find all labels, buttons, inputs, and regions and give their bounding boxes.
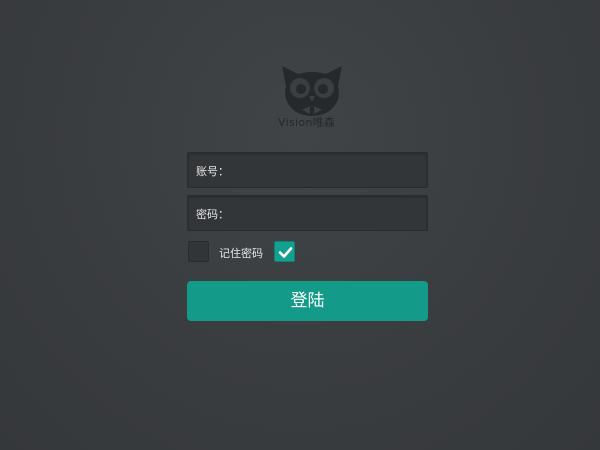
remember-password-label: 记住密码 — [219, 247, 263, 260]
logo-text: Vision唯森 — [278, 116, 336, 129]
account-field[interactable]: 账号： — [187, 152, 428, 188]
remember-password-checkbox[interactable] — [188, 241, 209, 262]
account-label: 账号： — [196, 165, 229, 178]
account-input[interactable] — [236, 157, 420, 185]
confirm-checkbox[interactable] — [274, 241, 295, 262]
login-button[interactable]: 登陆 — [187, 281, 428, 321]
password-field[interactable]: 密码： — [187, 195, 428, 231]
password-input[interactable] — [236, 200, 420, 228]
password-label: 密码： — [196, 208, 229, 221]
checkmark-icon — [278, 247, 293, 258]
